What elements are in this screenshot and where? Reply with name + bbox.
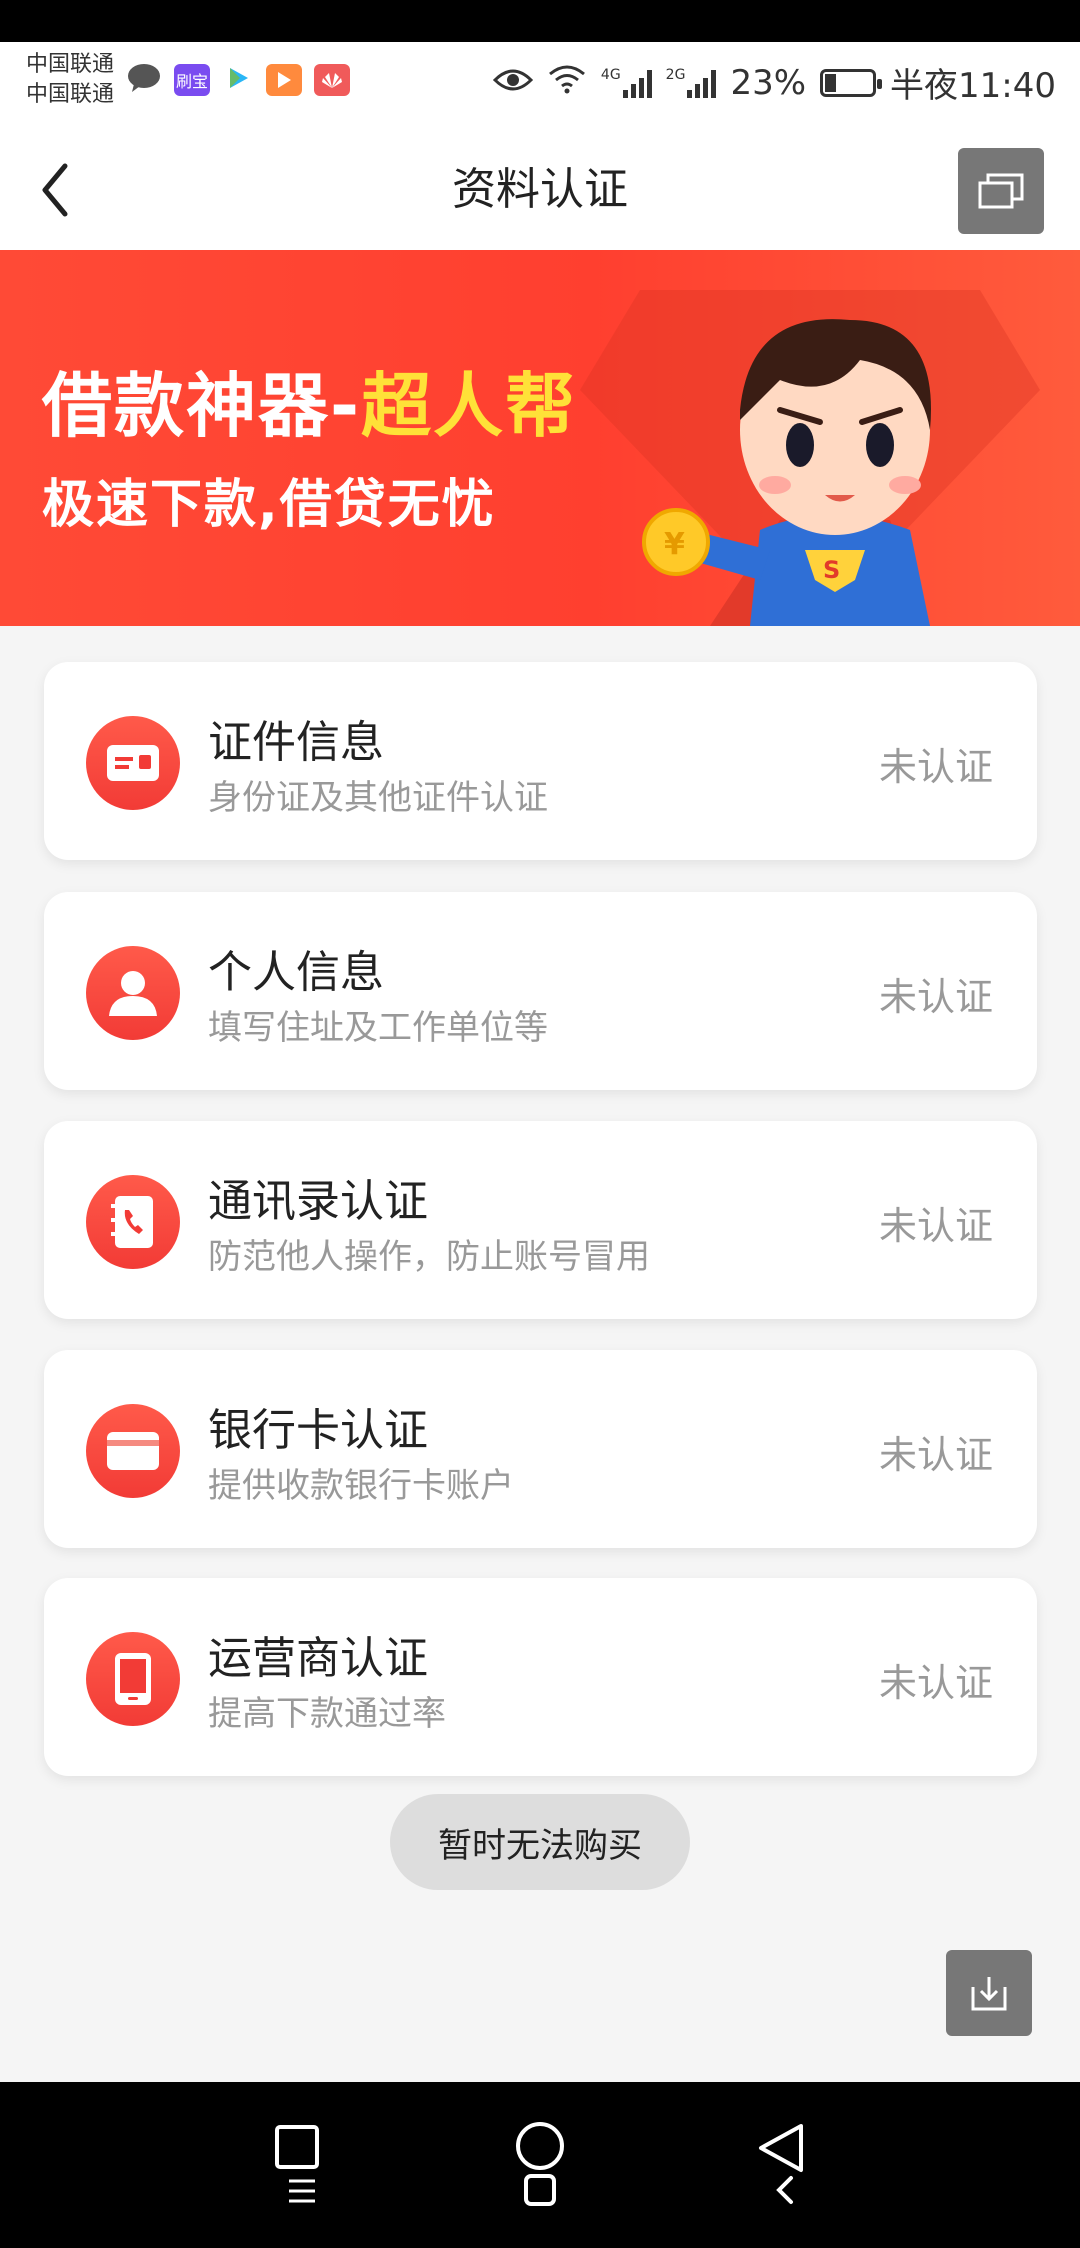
svg-text:S: S: [823, 556, 840, 584]
auth-item-bank-card[interactable]: 银行卡认证 提供收款银行卡账户 未认证: [44, 1350, 1037, 1548]
carrier-1: 中国联通: [26, 52, 115, 77]
page-title: 资料认证: [452, 164, 628, 215]
signal-bars-icon: [687, 68, 717, 98]
battery-percent: 23%: [730, 62, 807, 103]
clock: 半夜11:40: [890, 66, 1056, 106]
promo-banner[interactable]: 借款神器-超人帮 极速下款,借贷无忧 S ¥: [0, 250, 1080, 626]
superhero-mascot-illustration: S ¥: [642, 319, 931, 626]
item-desc: 身份证及其他证件认证: [208, 778, 548, 818]
home-button[interactable]: [495, 2120, 585, 2210]
banner-title: 借款神器-超人帮: [42, 365, 578, 447]
carrier-labels: 中国联通 中国联通: [26, 50, 114, 110]
item-desc: 提高下款通过率: [208, 1694, 446, 1734]
recent-apps-button[interactable]: [252, 2120, 342, 2210]
carrier-2: 中国联通: [26, 82, 115, 107]
play-app-icon: [266, 64, 302, 96]
wifi-icon: [547, 63, 587, 103]
auth-item-personal-info[interactable]: 个人信息 填写住址及工作单位等 未认证: [44, 892, 1037, 1090]
system-nav-bar: [0, 2082, 1080, 2248]
bank-card-icon: [107, 1432, 159, 1470]
item-status: 未认证: [878, 1433, 993, 1477]
item-status: 未认证: [878, 975, 993, 1019]
shuabao-app-icon: 刷宝: [174, 64, 210, 96]
item-name: 证件信息: [208, 717, 384, 768]
id-card-icon: [107, 745, 159, 781]
top-black-bar: [0, 0, 1080, 42]
eye-icon: [492, 63, 534, 103]
item-name: 个人信息: [208, 947, 384, 998]
huawei-app-icon: [314, 64, 350, 96]
auth-item-id-info[interactable]: 证件信息 身份证及其他证件认证 未认证: [44, 662, 1037, 860]
signal-4g: 4G: [601, 68, 652, 98]
back-triangle-icon: [759, 2124, 803, 2204]
item-desc: 填写住址及工作单位等: [208, 1008, 548, 1048]
svg-text:¥: ¥: [664, 527, 685, 562]
download-icon: [971, 1977, 1007, 2011]
auth-item-contacts[interactable]: 通讯录认证 防范他人操作，防止账号冒用 未认证: [44, 1121, 1037, 1319]
item-name: 通讯录认证: [208, 1176, 428, 1227]
video-app-icon: [222, 62, 254, 98]
person-icon: [109, 971, 157, 1016]
item-status: 未认证: [878, 745, 993, 789]
home-circle-icon: [516, 2122, 564, 2206]
item-desc: 防范他人操作，防止账号冒用: [208, 1237, 650, 1277]
chat-bubble-icon: [126, 62, 162, 98]
download-button[interactable]: [946, 1950, 1032, 2036]
window-switch-button[interactable]: [958, 148, 1044, 234]
signal-2g: 2G: [666, 68, 717, 98]
notification-icons: 刷宝: [126, 62, 350, 98]
item-status: 未认证: [878, 1204, 993, 1248]
item-name: 银行卡认证: [208, 1405, 428, 1456]
status-right: 4G 2G 23% 半夜11:40: [492, 58, 1056, 107]
banner-subtitle: 极速下款,借贷无忧: [42, 475, 496, 535]
battery-icon: [820, 68, 883, 97]
status-bar: 中国联通 中国联通 刷宝 4G 2G 23% 半夜11:40: [0, 42, 1080, 124]
item-name: 运营商认证: [208, 1633, 428, 1684]
mobile-phone-icon: [115, 1653, 151, 1705]
back-nav-button[interactable]: [736, 2120, 826, 2210]
auth-item-carrier[interactable]: 运营商认证 提高下款通过率 未认证: [44, 1578, 1037, 1776]
item-status: 未认证: [878, 1661, 993, 1705]
signal-bars-icon: [622, 68, 652, 98]
cannot-buy-button[interactable]: 暂时无法购买: [390, 1794, 690, 1890]
windows-icon: [978, 173, 1024, 209]
menu-square-icon: [275, 2125, 319, 2203]
app-header: 资料认证: [0, 124, 1080, 251]
contacts-phone-icon: [111, 1196, 153, 1248]
item-desc: 提供收款银行卡账户: [208, 1466, 514, 1506]
